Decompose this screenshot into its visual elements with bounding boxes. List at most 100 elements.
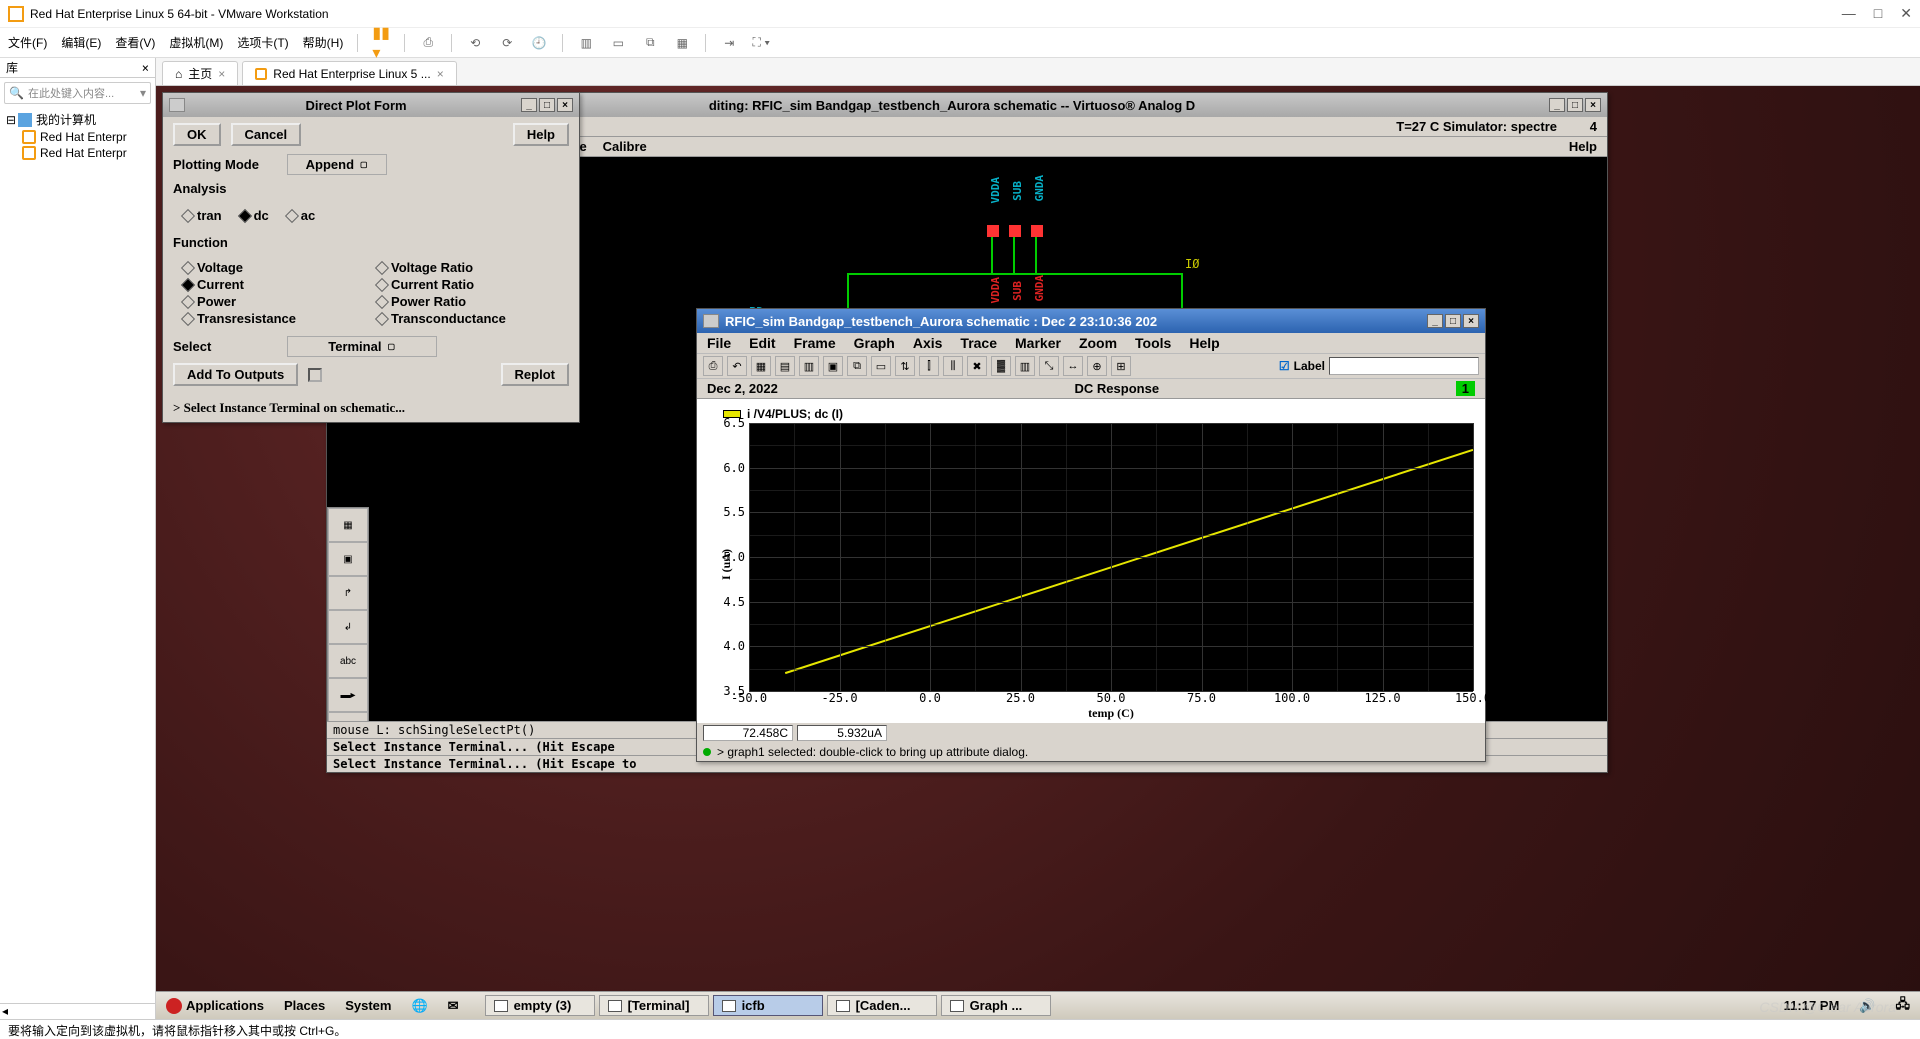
menu-help[interactable]: Help	[1189, 335, 1219, 351]
menu-marker[interactable]: Marker	[1015, 335, 1061, 351]
snapshot-icon[interactable]: ⟲	[466, 34, 484, 52]
task-button[interactable]: icfb	[713, 995, 823, 1016]
plot-canvas[interactable]: I (uA) 3.54.04.55.05.56.06.5	[749, 423, 1473, 691]
tool-icon[interactable]: ⫿	[919, 356, 939, 376]
add-to-outputs-checkbox[interactable]	[308, 368, 322, 382]
label-checkbox[interactable]: ☑	[1279, 359, 1290, 373]
tree-item[interactable]: Red Hat Enterpr	[4, 129, 151, 145]
tool-icon[interactable]: ⇅	[895, 356, 915, 376]
function-radio[interactable]: Voltage	[183, 260, 365, 275]
menu-trace[interactable]: Trace	[960, 335, 997, 351]
function-radio[interactable]: Power Ratio	[377, 294, 559, 309]
direct-plot-form[interactable]: Direct Plot Form _□× OK Cancel Help Plot…	[162, 92, 580, 423]
sidebar-close-icon[interactable]: ×	[142, 61, 149, 75]
palette-tool[interactable]: ▤	[328, 712, 368, 721]
menu-file[interactable]: File	[707, 335, 731, 351]
fullscreen-icon[interactable]: ⛶ ▾	[752, 34, 770, 52]
function-radio[interactable]: Current	[183, 277, 365, 292]
palette-tool[interactable]: ↲	[328, 610, 368, 644]
tree-root[interactable]: ⊟我的计算机	[4, 110, 151, 129]
tree-item[interactable]: Red Hat Enterpr	[4, 145, 151, 161]
tool-icon[interactable]: ⫼	[943, 356, 963, 376]
palette-tool[interactable]: ▣	[328, 542, 368, 576]
task-button[interactable]: empty (3)	[485, 995, 595, 1016]
guest-desktop[interactable]: diting: RFIC_sim Bandgap_testbench_Auror…	[156, 86, 1920, 1019]
minimize-icon[interactable]: _	[1427, 314, 1443, 328]
plotting-mode-select[interactable]: Append▢	[287, 154, 387, 175]
replot-button[interactable]: Replot	[501, 363, 569, 386]
menu-zoom[interactable]: Zoom	[1079, 335, 1117, 351]
menu-vm[interactable]: 虚拟机(M)	[169, 34, 223, 51]
unity-icon[interactable]: ⧉	[641, 34, 659, 52]
palette-tool[interactable]: abc	[328, 644, 368, 678]
enter-vm-icon[interactable]: ⇥	[720, 34, 738, 52]
tab-close-icon[interactable]: ×	[218, 67, 225, 81]
ok-button[interactable]: OK	[173, 123, 221, 146]
layout-icon[interactable]: ▥	[799, 356, 819, 376]
task-button[interactable]: [Terminal]	[599, 995, 709, 1016]
undo-icon[interactable]: ↶	[727, 356, 747, 376]
function-radio[interactable]: Voltage Ratio	[377, 260, 559, 275]
analysis-radio[interactable]: ac	[287, 208, 315, 223]
tool-icon[interactable]: ▭	[871, 356, 891, 376]
thumbnail-icon[interactable]: ▦	[673, 34, 691, 52]
side-by-side-icon[interactable]: ▥	[577, 34, 595, 52]
redhat-menu[interactable]: Applications	[156, 992, 274, 1019]
add-to-outputs-button[interactable]: Add To Outputs	[173, 363, 298, 386]
sysmenu-icon[interactable]	[169, 98, 185, 112]
search-input[interactable]: 🔍 在此处键入内容... ▾	[4, 82, 151, 104]
menu-file[interactable]: 文件(F)	[8, 34, 47, 51]
select-dropdown[interactable]: Terminal▢	[287, 336, 437, 357]
tool-icon[interactable]: ✖	[967, 356, 987, 376]
send-cad-icon[interactable]: ⎙	[419, 34, 437, 52]
system-menu[interactable]: System	[335, 992, 401, 1019]
tool-icon[interactable]: ⊞	[1111, 356, 1131, 376]
grid-icon[interactable]: ▦	[751, 356, 771, 376]
analysis-radio[interactable]: dc	[240, 208, 269, 223]
strip-icon[interactable]: ▤	[775, 356, 795, 376]
single-view-icon[interactable]: ▭	[609, 34, 627, 52]
minimize-icon[interactable]: _	[1549, 98, 1565, 112]
maximize-icon[interactable]: □	[1874, 5, 1882, 22]
menu-frame[interactable]: Frame	[794, 335, 836, 351]
places-menu[interactable]: Places	[274, 992, 335, 1019]
function-radio[interactable]: Current Ratio	[377, 277, 559, 292]
plot-index[interactable]: 1	[1456, 381, 1475, 396]
analysis-radio[interactable]: tran	[183, 208, 222, 223]
menu-tools[interactable]: Tools	[1135, 335, 1171, 351]
tool-icon[interactable]: ▣	[823, 356, 843, 376]
minimize-icon[interactable]: _	[521, 98, 537, 112]
function-radio[interactable]: Transconductance	[377, 311, 559, 326]
palette-tool[interactable]: ▬▸	[328, 678, 368, 712]
palette-tool[interactable]: ▦	[328, 508, 368, 542]
waveform-window[interactable]: RFIC_sim Bandgap_testbench_Aurora schema…	[696, 308, 1486, 762]
menu-axis[interactable]: Axis	[913, 335, 943, 351]
menu-graph[interactable]: Graph	[854, 335, 895, 351]
help-button[interactable]: Help	[513, 123, 569, 146]
tool-icon[interactable]: ⧉	[847, 356, 867, 376]
launcher-icon[interactable]: ✉	[438, 992, 469, 1019]
dropdown-icon[interactable]: ▾	[140, 86, 146, 100]
function-radio[interactable]: Power	[183, 294, 365, 309]
menu-view[interactable]: 查看(V)	[115, 34, 155, 51]
menu-item[interactable]: Calibre	[603, 139, 647, 154]
maximize-icon[interactable]: □	[1567, 98, 1583, 112]
palette-tool[interactable]: ↱	[328, 576, 368, 610]
close-icon[interactable]: ×	[1463, 314, 1479, 328]
tool-icon[interactable]: ⊕	[1087, 356, 1107, 376]
task-button[interactable]: Graph ...	[941, 995, 1051, 1016]
menu-help[interactable]: Help	[1569, 139, 1597, 154]
pin-terminal[interactable]	[987, 225, 999, 237]
label-input[interactable]	[1329, 357, 1479, 375]
tab-vm[interactable]: Red Hat Enterprise Linux 5 ... ×	[242, 61, 456, 85]
snapshot-mgr-icon[interactable]: 🕘	[530, 34, 548, 52]
pin-terminal[interactable]	[1009, 225, 1021, 237]
task-button[interactable]: [Caden...	[827, 995, 937, 1016]
print-icon[interactable]: ⎙	[703, 356, 723, 376]
pin-terminal[interactable]	[1031, 225, 1043, 237]
maximize-icon[interactable]: □	[539, 98, 555, 112]
menu-help[interactable]: 帮助(H)	[303, 34, 344, 51]
tool-icon[interactable]: ▓	[991, 356, 1011, 376]
tab-home[interactable]: ⌂ 主页 ×	[162, 61, 238, 85]
tool-icon[interactable]: ▥	[1015, 356, 1035, 376]
